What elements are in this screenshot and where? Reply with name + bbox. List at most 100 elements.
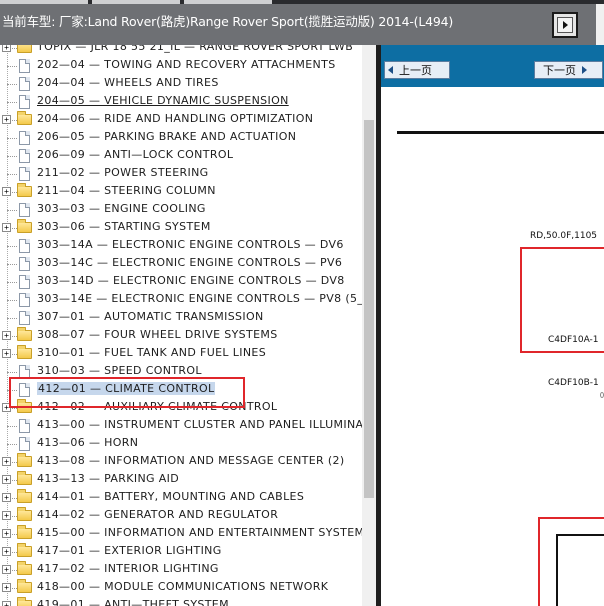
expand-icon[interactable]: +	[2, 475, 11, 484]
tree-item[interactable]: +417—01 — EXTERIOR LIGHTING	[0, 543, 362, 561]
tree-connector	[7, 300, 17, 301]
tree-item[interactable]: +310—01 — FUEL TANK AND FUEL LINES	[0, 345, 362, 363]
tree-scrollbar[interactable]	[362, 45, 376, 606]
tree-connector	[7, 318, 17, 319]
folder-icon	[17, 561, 32, 575]
tree-item-label: 417—01 — EXTERIOR LIGHTING	[37, 544, 222, 557]
tree-item-label: 303—03 — ENGINE COOLING	[37, 202, 206, 215]
tree-item-label: 418—00 — MODULE COMMUNICATIONS NETWORK	[37, 580, 329, 593]
tree-item-label: 204—05 — VEHICLE DYNAMIC SUSPENSION	[37, 94, 289, 107]
folder-icon	[17, 597, 32, 606]
strip-segment	[92, 0, 180, 4]
tree-item-label: 204—04 — WHEELS AND TIRES	[37, 76, 219, 89]
tree-item[interactable]: + TOPIX — JLR 18 55 21_IL — RANGE ROVER S…	[0, 45, 362, 57]
prev-page-button[interactable]: 上一页	[384, 61, 450, 79]
document-icon	[19, 59, 30, 73]
tree-item-label: 303—14D — ELECTRONIC ENGINE CONTROLS — D…	[37, 274, 345, 287]
tree-item-label: 303—06 — STARTING SYSTEM	[37, 220, 211, 233]
tree-item-label: TOPIX — JLR 18 55 21_IL — RANGE ROVER SP…	[37, 45, 354, 53]
tree-item-label: 303—14C — ELECTRONIC ENGINE CONTROLS — P…	[37, 256, 343, 269]
tree-item-label: 413—08 — INFORMATION AND MESSAGE CENTER …	[37, 454, 345, 467]
tree-item[interactable]: +413—13 — PARKING AID	[0, 471, 362, 489]
strip-segment	[184, 0, 272, 4]
wire-spec-label: RD,50.0F,1105	[530, 231, 598, 241]
next-page-icon	[557, 17, 573, 33]
tree-item[interactable]: 303—14C — ELECTRONIC ENGINE CONTROLS — P…	[0, 255, 362, 273]
tree-item-label: 419—01 — ANTI—THEFT SYSTEM	[37, 598, 229, 606]
expand-icon[interactable]: +	[2, 529, 11, 538]
folder-icon	[17, 507, 32, 521]
title-bar: 当前车型: 厂家:Land Rover(路虎)Range Rover Sport…	[0, 0, 604, 45]
tree-item-label: 417—02 — INTERIOR LIGHTING	[37, 562, 219, 575]
expand-icon[interactable]: +	[2, 457, 11, 466]
next-page-label: 下一页	[543, 64, 576, 77]
document-icon	[19, 275, 30, 289]
expand-icon[interactable]: +	[2, 115, 11, 124]
tree-item[interactable]: 204—04 — WHEELS AND TIRES	[0, 75, 362, 93]
tree-item[interactable]: 206—05 — PARKING BRAKE AND ACTUATION	[0, 129, 362, 147]
expand-icon[interactable]: +	[2, 565, 11, 574]
next-page-button-diagram[interactable]: 下一页	[534, 61, 603, 79]
expand-icon[interactable]: +	[2, 45, 11, 52]
tree-connector	[7, 264, 17, 265]
tree-connector	[7, 246, 17, 247]
tree-item[interactable]: +414—02 — GENERATOR AND REGULATOR	[0, 507, 362, 525]
tree-item[interactable]: +413—08 — INFORMATION AND MESSAGE CENTER…	[0, 453, 362, 471]
tree-connector	[7, 84, 17, 85]
tree-item[interactable]: 413—06 — HORN	[0, 435, 362, 453]
next-page-button[interactable]	[552, 12, 578, 38]
tree-connector	[7, 444, 17, 445]
tree-item[interactable]: 211—02 — POWER STEERING	[0, 165, 362, 183]
folder-icon	[17, 489, 32, 503]
expand-icon[interactable]: +	[2, 187, 11, 196]
expand-icon[interactable]: +	[2, 493, 11, 502]
expand-icon[interactable]: +	[2, 511, 11, 520]
expand-icon[interactable]: +	[2, 583, 11, 592]
folder-icon	[17, 579, 32, 593]
tree-item[interactable]: +211—04 — STEERING COLUMN	[0, 183, 362, 201]
expand-icon[interactable]: +	[2, 601, 11, 606]
tree-item[interactable]: 303—03 — ENGINE COOLING	[0, 201, 362, 219]
top-strip	[0, 0, 604, 4]
folder-icon	[17, 183, 32, 197]
document-icon	[19, 131, 30, 145]
scrollbar-thumb[interactable]	[364, 120, 374, 498]
tree-item[interactable]: +303—06 — STARTING SYSTEM	[0, 219, 362, 237]
tree-item[interactable]: 307—01 — AUTOMATIC TRANSMISSION	[0, 309, 362, 327]
expand-icon[interactable]: +	[2, 547, 11, 556]
folder-icon	[17, 219, 32, 233]
arrow-left-icon	[388, 66, 393, 74]
tree-item[interactable]: 202—04 — TOWING AND RECOVERY ATTACHMENTS	[0, 57, 362, 75]
tree-item[interactable]: 206—09 — ANTI—LOCK CONTROL	[0, 147, 362, 165]
tree-item[interactable]: +414—01 — BATTERY, MOUNTING AND CABLES	[0, 489, 362, 507]
tree-item-label: 202—04 — TOWING AND RECOVERY ATTACHMENTS	[37, 58, 336, 71]
tree-item[interactable]: +417—02 — INTERIOR LIGHTING	[0, 561, 362, 579]
expand-icon[interactable]: +	[2, 223, 11, 232]
tree-item-label: 308—07 — FOUR WHEEL DRIVE SYSTEMS	[37, 328, 278, 341]
tree-connector	[7, 66, 17, 67]
tree-item[interactable]: +418—00 — MODULE COMMUNICATIONS NETWORK	[0, 579, 362, 597]
folder-icon	[17, 45, 32, 53]
tree-item[interactable]: 413—00 — INSTRUMENT CLUSTER AND PANEL IL…	[0, 417, 362, 435]
tree-item[interactable]: +415—00 — INFORMATION AND ENTERTAINMENT …	[0, 525, 362, 543]
tree-item-label: 206—05 — PARKING BRAKE AND ACTUATION	[37, 130, 297, 143]
document-icon	[19, 311, 30, 325]
tree-item[interactable]: 303—14A — ELECTRONIC ENGINE CONTROLS — D…	[0, 237, 362, 255]
tree-connector	[7, 102, 17, 103]
folder-icon	[17, 525, 32, 539]
tree-item-label: 204—06 — RIDE AND HANDLING OPTIMIZATION	[37, 112, 314, 125]
tree-item[interactable]: +204—06 — RIDE AND HANDLING OPTIMIZATION	[0, 111, 362, 129]
tree-item[interactable]: +308—07 — FOUR WHEEL DRIVE SYSTEMS	[0, 327, 362, 345]
tree-item-label: 211—04 — STEERING COLUMN	[37, 184, 216, 197]
wiring-diagram-panel: 上一页 下一页 RD,50.0F,1105 C4DF10A-1 C4DF10B-…	[381, 45, 604, 606]
document-icon	[19, 257, 30, 271]
expand-icon[interactable]: +	[2, 349, 11, 358]
tree-item[interactable]: 303—14E — ELECTRONIC ENGINE CONTROLS — P…	[0, 291, 362, 309]
tree-item[interactable]: 303—14D — ELECTRONIC ENGINE CONTROLS — D…	[0, 273, 362, 291]
expand-icon[interactable]: +	[2, 331, 11, 340]
tree-item-label: 211—02 — POWER STEERING	[37, 166, 209, 179]
tree-item[interactable]: 204—05 — VEHICLE DYNAMIC SUSPENSION	[0, 93, 362, 111]
folder-icon	[17, 345, 32, 359]
tree-item[interactable]: +419—01 — ANTI—THEFT SYSTEM	[0, 597, 362, 606]
tree-item-label: 310—03 — SPEED CONTROL	[37, 364, 202, 377]
